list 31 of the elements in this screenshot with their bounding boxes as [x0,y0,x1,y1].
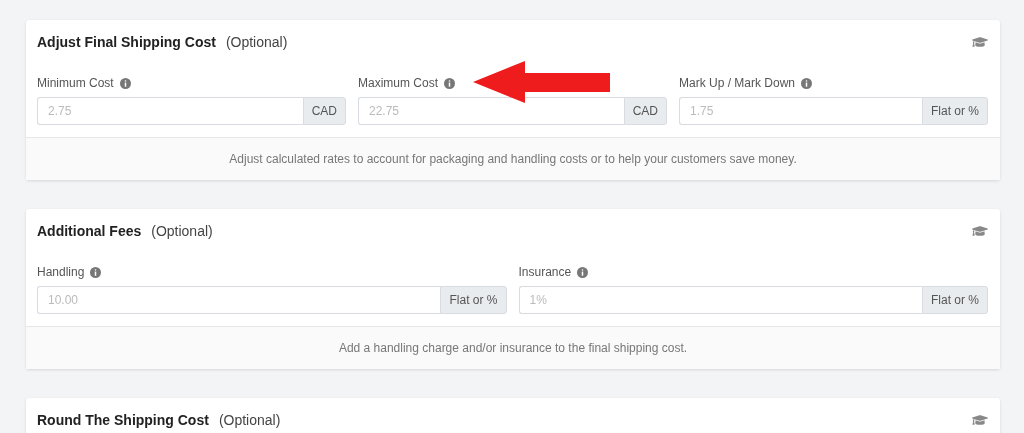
unit-addon: Flat or % [922,286,988,314]
graduation-cap-icon[interactable] [972,34,988,50]
unit-addon: Flat or % [922,97,988,125]
optional-label: (Optional) [151,223,213,239]
info-icon [444,77,455,89]
graduation-cap-icon[interactable] [972,412,988,428]
input-field[interactable]: 2.75 [37,97,303,125]
card-title: Additional Fees [37,223,142,239]
help-text: Adjust calculated rates to account for packaging and handling costs or to help your customers save money. [26,137,1000,180]
unit-addon: CAD [623,97,667,125]
input-field[interactable]: 10.00 [37,286,441,314]
optional-label: (Optional) [225,34,288,50]
input-field[interactable]: 22.75 [358,97,624,125]
card-title: Round The Shipping Cost [37,412,209,428]
field-label: Handling [37,265,85,279]
unit-addon: CAD [302,97,346,125]
field-label: Maximum Cost [358,76,438,90]
graduation-cap-icon[interactable] [972,223,988,239]
input-field[interactable]: 1.75 [679,97,922,125]
info-icon [577,266,589,278]
card-title: Adjust Final Shipping Cost [37,34,216,50]
field-label: Insurance [518,265,572,279]
help-text: Add a handling charge and/or insurance to the final shipping cost. [26,326,1000,369]
field-label: Mark Up / Mark Down [679,76,796,90]
unit-addon: Flat or % [440,286,507,314]
info-icon [119,77,131,89]
field-label: Minimum Cost [37,76,114,90]
info-icon [801,77,813,89]
info-icon [90,266,102,278]
input-field[interactable]: 1% [518,286,922,314]
optional-label: (Optional) [218,412,281,428]
